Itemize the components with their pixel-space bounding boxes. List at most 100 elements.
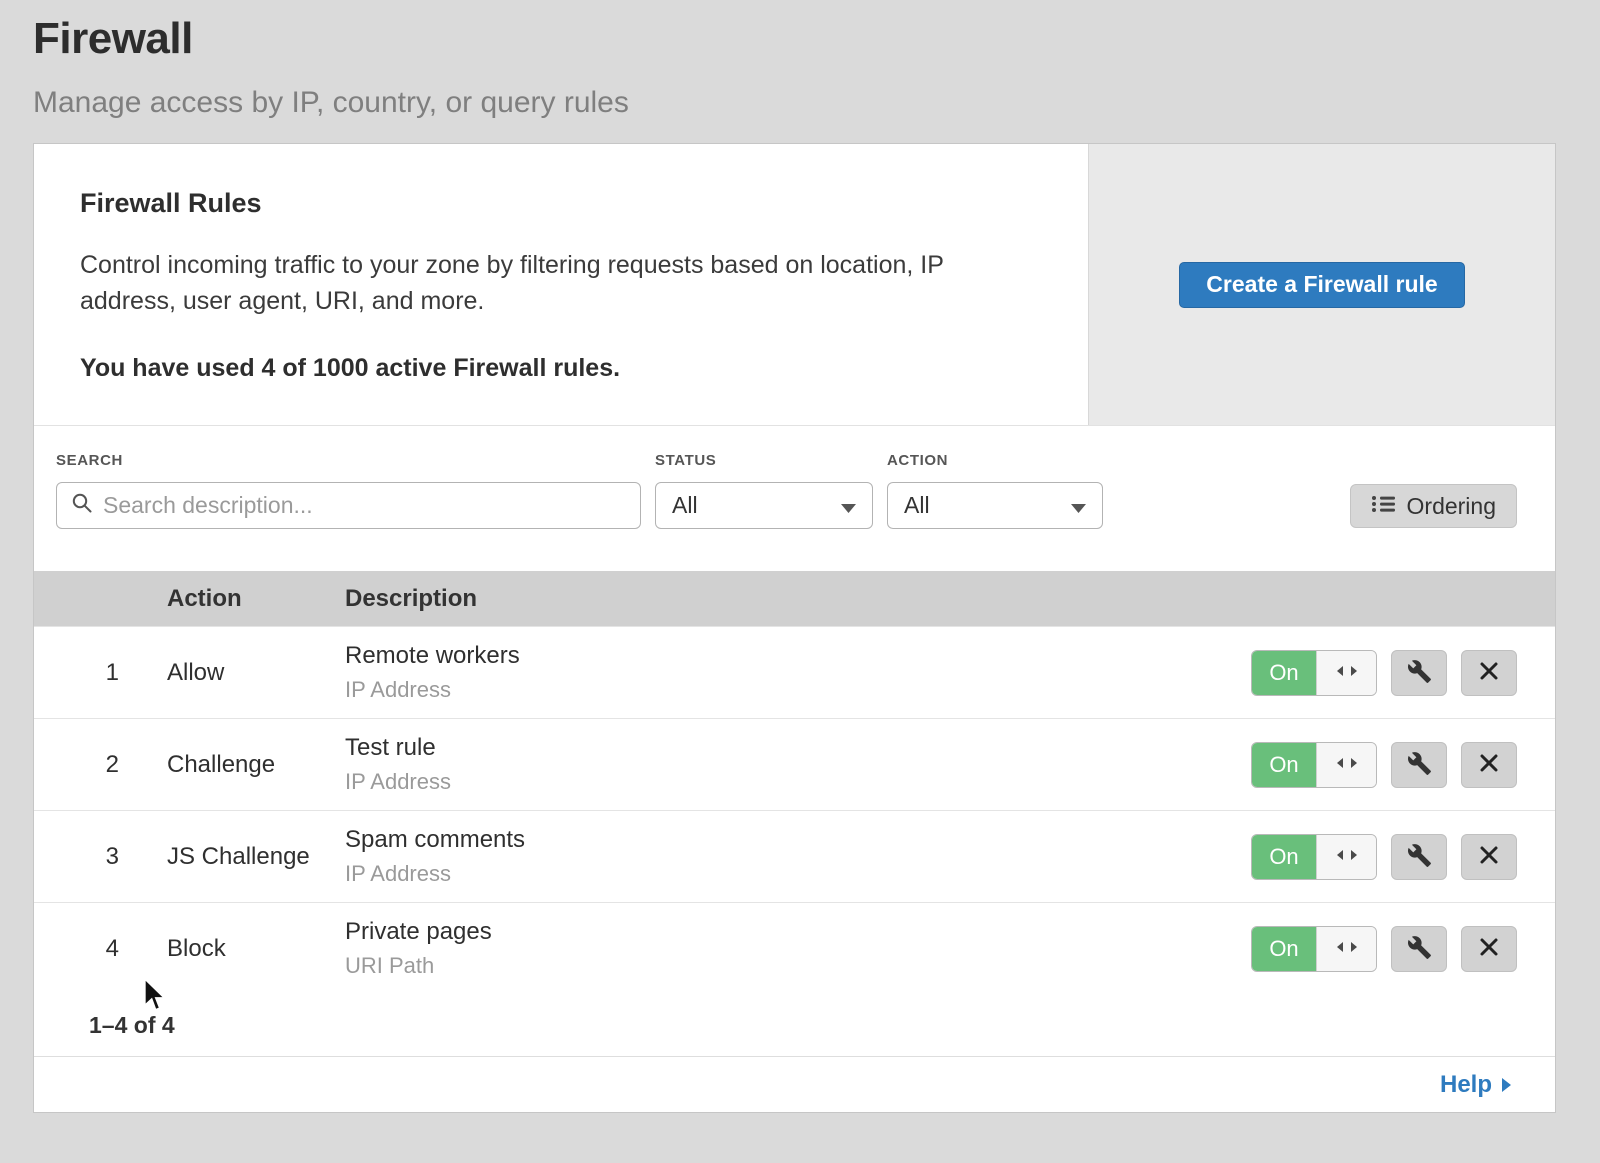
rule-description-cell: Remote workers IP Address bbox=[345, 642, 1251, 703]
rule-match-type: IP Address bbox=[345, 861, 1251, 887]
table-row: 4 Block Private pages URI Path On bbox=[34, 902, 1555, 994]
wrench-icon bbox=[1407, 843, 1432, 871]
delete-rule-button[interactable] bbox=[1461, 926, 1517, 972]
search-label: SEARCH bbox=[56, 452, 641, 469]
delete-rule-button[interactable] bbox=[1461, 742, 1517, 788]
table-row: 2 Challenge Test rule IP Address On bbox=[34, 718, 1555, 810]
edit-rule-button[interactable] bbox=[1391, 650, 1447, 696]
close-icon bbox=[1479, 753, 1499, 776]
close-icon bbox=[1479, 661, 1499, 684]
action-column-header: Action bbox=[167, 585, 345, 613]
rule-description-cell: Spam comments IP Address bbox=[345, 826, 1251, 887]
section-heading: Firewall Rules bbox=[80, 188, 1038, 219]
rule-controls: On bbox=[1251, 926, 1555, 972]
wrench-icon bbox=[1407, 659, 1432, 687]
rule-controls: On bbox=[1251, 650, 1555, 696]
action-filter: ACTION All bbox=[887, 452, 1103, 571]
search-icon bbox=[71, 492, 93, 519]
action-label: ACTION bbox=[887, 452, 1103, 469]
status-label: STATUS bbox=[655, 452, 873, 469]
toggle-on-label: On bbox=[1252, 835, 1316, 879]
delete-rule-button[interactable] bbox=[1461, 650, 1517, 696]
rule-match-type: IP Address bbox=[345, 677, 1251, 703]
action-selected-value: All bbox=[904, 492, 930, 519]
ordering-list-icon bbox=[1371, 493, 1395, 520]
ordering-label: Ordering bbox=[1407, 493, 1496, 520]
wrench-icon bbox=[1407, 751, 1432, 779]
intro-text-block: Firewall Rules Control incoming traffic … bbox=[34, 144, 1088, 425]
arrow-right-icon bbox=[1502, 1071, 1511, 1099]
rule-enabled-toggle[interactable]: On bbox=[1251, 926, 1377, 972]
rule-description: Remote workers bbox=[345, 642, 1251, 670]
chevron-down-icon bbox=[1071, 492, 1086, 519]
section-description: Control incoming traffic to your zone by… bbox=[80, 247, 1038, 320]
rule-action-label: Block bbox=[167, 935, 345, 963]
toggle-handle[interactable] bbox=[1316, 743, 1376, 787]
rule-controls: On bbox=[1251, 834, 1555, 880]
panel-footer: Help bbox=[34, 1056, 1555, 1112]
wrench-icon bbox=[1407, 935, 1432, 963]
rule-enabled-toggle[interactable]: On bbox=[1251, 834, 1377, 880]
page-subtitle: Manage access by IP, country, or query r… bbox=[33, 86, 1600, 120]
ordering-button[interactable]: Ordering bbox=[1350, 484, 1517, 528]
status-select[interactable]: All bbox=[655, 482, 873, 529]
edit-rule-button[interactable] bbox=[1391, 834, 1447, 880]
table-row: 3 JS Challenge Spam comments IP Address … bbox=[34, 810, 1555, 902]
page-header: Firewall Manage access by IP, country, o… bbox=[0, 0, 1600, 120]
edit-rule-button[interactable] bbox=[1391, 926, 1447, 972]
left-right-arrows-icon bbox=[1336, 848, 1358, 866]
rule-match-type: IP Address bbox=[345, 769, 1251, 795]
close-icon bbox=[1479, 845, 1499, 868]
firewall-panel: Firewall Rules Control incoming traffic … bbox=[33, 143, 1556, 1113]
toggle-on-label: On bbox=[1252, 651, 1316, 695]
search-filter: SEARCH bbox=[56, 452, 641, 571]
close-icon bbox=[1479, 937, 1499, 960]
rule-description-cell: Private pages URI Path bbox=[345, 918, 1251, 979]
rule-description: Spam comments bbox=[345, 826, 1251, 854]
usage-summary: You have used 4 of 1000 active Firewall … bbox=[80, 354, 1038, 383]
filters-bar: SEARCH STATUS All ACTION bbox=[34, 426, 1555, 571]
rule-description: Test rule bbox=[345, 734, 1251, 762]
rule-action-label: Challenge bbox=[167, 751, 345, 779]
rule-enabled-toggle[interactable]: On bbox=[1251, 650, 1377, 696]
rule-enabled-toggle[interactable]: On bbox=[1251, 742, 1377, 788]
left-right-arrows-icon bbox=[1336, 756, 1358, 774]
row-number: 3 bbox=[34, 843, 167, 871]
firewall-page: Firewall Manage access by IP, country, o… bbox=[0, 0, 1600, 1163]
status-filter: STATUS All bbox=[655, 452, 873, 571]
row-number: 4 bbox=[34, 935, 167, 963]
search-input[interactable] bbox=[103, 492, 626, 519]
rule-match-type: URI Path bbox=[345, 953, 1251, 979]
toggle-handle[interactable] bbox=[1316, 927, 1376, 971]
search-box bbox=[56, 482, 641, 529]
help-label: Help bbox=[1440, 1071, 1492, 1099]
page-title: Firewall bbox=[33, 14, 1600, 64]
delete-rule-button[interactable] bbox=[1461, 834, 1517, 880]
toggle-on-label: On bbox=[1252, 927, 1316, 971]
table-header: Action Description bbox=[34, 571, 1555, 626]
table-row: 1 Allow Remote workers IP Address On bbox=[34, 626, 1555, 718]
action-select[interactable]: All bbox=[887, 482, 1103, 529]
rule-controls: On bbox=[1251, 742, 1555, 788]
chevron-down-icon bbox=[841, 492, 856, 519]
rule-description-cell: Test rule IP Address bbox=[345, 734, 1251, 795]
row-number: 1 bbox=[34, 659, 167, 687]
rule-action-label: JS Challenge bbox=[167, 843, 345, 871]
rule-action-label: Allow bbox=[167, 659, 345, 687]
left-right-arrows-icon bbox=[1336, 664, 1358, 682]
intro-section: Firewall Rules Control incoming traffic … bbox=[34, 144, 1555, 426]
toggle-handle[interactable] bbox=[1316, 835, 1376, 879]
status-selected-value: All bbox=[672, 492, 698, 519]
left-right-arrows-icon bbox=[1336, 940, 1358, 958]
edit-rule-button[interactable] bbox=[1391, 742, 1447, 788]
pagination-text: 1–4 of 4 bbox=[89, 1012, 175, 1039]
row-number: 2 bbox=[34, 751, 167, 779]
toggle-on-label: On bbox=[1252, 743, 1316, 787]
toggle-handle[interactable] bbox=[1316, 651, 1376, 695]
create-firewall-rule-button[interactable]: Create a Firewall rule bbox=[1179, 262, 1464, 308]
pagination: 1–4 of 4 bbox=[34, 994, 1555, 1056]
description-column-header: Description bbox=[345, 585, 1555, 613]
rule-description: Private pages bbox=[345, 918, 1251, 946]
help-link[interactable]: Help bbox=[1440, 1071, 1511, 1099]
intro-action-area: Create a Firewall rule bbox=[1088, 144, 1555, 425]
